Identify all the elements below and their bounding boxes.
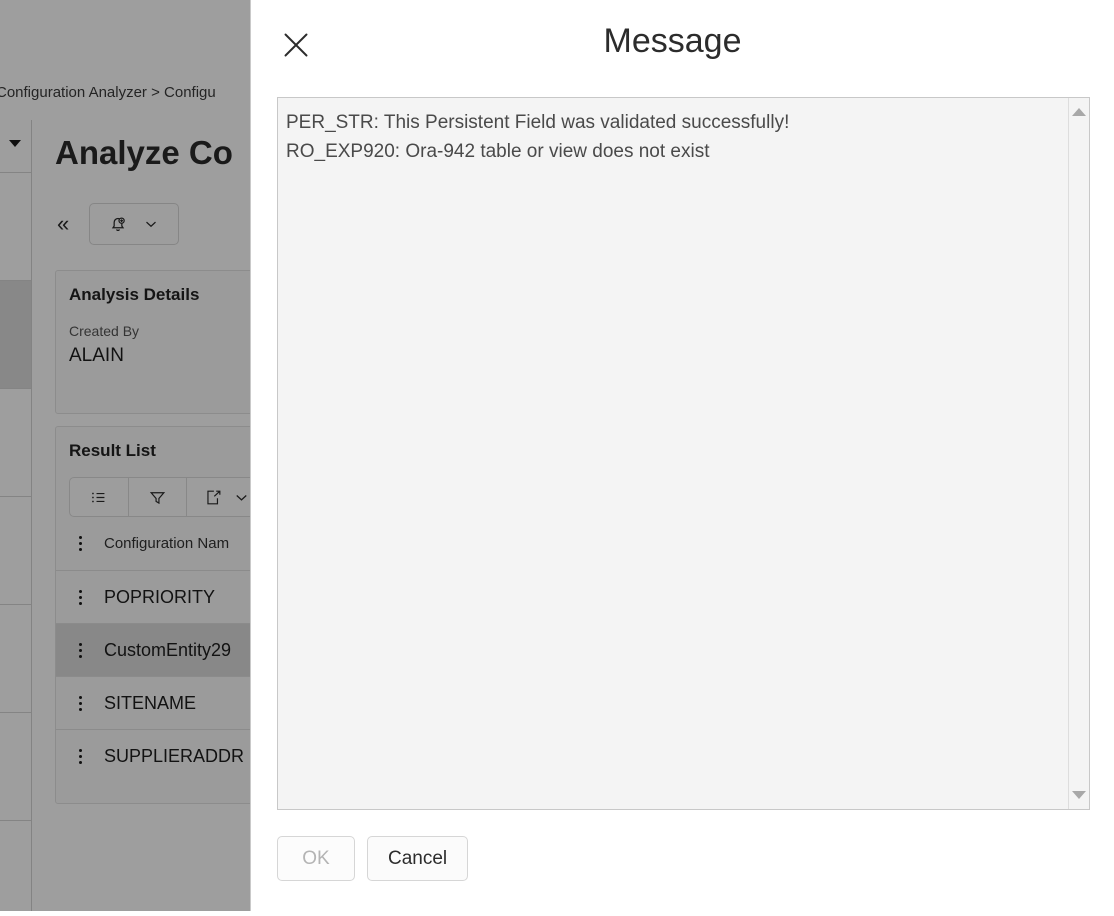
cancel-button[interactable]: Cancel	[367, 836, 469, 881]
row-label: SITENAME	[104, 692, 197, 713]
scroll-up-arrow-icon[interactable]	[1072, 108, 1086, 116]
nav-rail-dropdown[interactable]	[0, 120, 31, 173]
chevron-down-icon	[146, 221, 157, 228]
scroll-down-arrow-icon[interactable]	[1072, 791, 1086, 799]
page-title: Analyze Co	[55, 134, 233, 171]
message-dialog: Message PER_STR: This Persistent Field w…	[250, 0, 1114, 911]
nav-rail-cell[interactable]	[0, 497, 31, 605]
row-menu-icon[interactable]	[68, 536, 92, 551]
row-menu-icon[interactable]	[68, 695, 92, 711]
column-header-label: Configuration Nam	[104, 535, 230, 552]
result-list-toolbar	[69, 477, 269, 517]
ok-button[interactable]: OK	[277, 836, 355, 881]
export-icon	[207, 490, 221, 504]
list-view-button[interactable]	[70, 478, 129, 516]
row-label: CustomEntity29	[104, 639, 232, 660]
dialog-footer: OK Cancel	[251, 810, 1114, 916]
row-menu-icon[interactable]	[68, 748, 92, 764]
dialog-body: PER_STR: This Persistent Field was valid…	[251, 92, 1114, 810]
row-label: SUPPLIERADDR	[104, 745, 245, 766]
list-icon	[92, 492, 105, 502]
message-text: PER_STR: This Persistent Field was valid…	[286, 112, 790, 162]
row-menu-icon[interactable]	[68, 642, 92, 658]
message-textarea[interactable]: PER_STR: This Persistent Field was valid…	[277, 97, 1090, 810]
notification-button-group[interactable]	[89, 203, 180, 245]
nav-rail-cell[interactable]	[0, 605, 31, 713]
nav-rail-cell[interactable]	[0, 173, 31, 281]
nav-rail-cell[interactable]	[0, 389, 31, 497]
dialog-header: Message	[251, 0, 1114, 92]
dialog-title: Message	[603, 22, 742, 60]
nav-rail-cell-selected[interactable]	[0, 281, 31, 389]
chevron-down-icon	[236, 494, 247, 501]
left-nav-rail[interactable]	[0, 120, 32, 911]
breadcrumb[interactable]: Configuration Analyzer > Configu	[0, 84, 216, 101]
row-label: POPRIORITY	[104, 586, 216, 607]
collapse-panel-icon[interactable]: «	[55, 213, 71, 235]
nav-rail-cell[interactable]	[0, 713, 31, 821]
message-scrollbar[interactable]	[1068, 98, 1089, 809]
page-toolbar: «	[55, 203, 180, 245]
filter-icon	[149, 491, 166, 504]
bell-add-icon	[112, 217, 126, 232]
filter-button[interactable]	[129, 478, 188, 516]
chevron-down-icon	[9, 140, 21, 147]
row-menu-icon[interactable]	[68, 589, 92, 605]
